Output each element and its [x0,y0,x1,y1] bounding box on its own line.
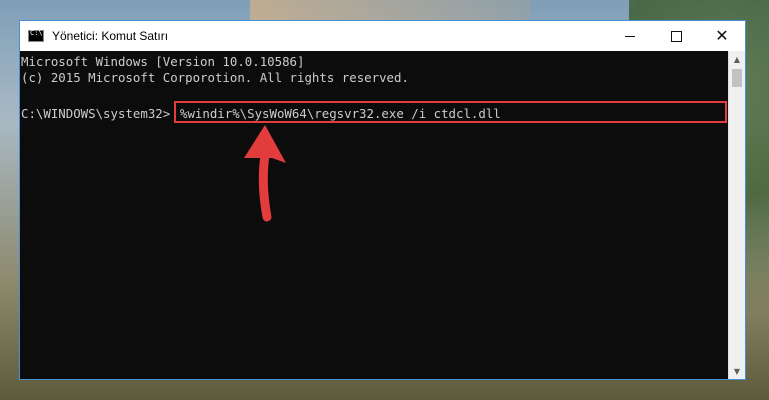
window-controls: ✕ [607,21,745,51]
close-icon: ✕ [715,26,729,45]
console-line-version: Microsoft Windows [Version 10.0.10586] [21,54,305,69]
console-command[interactable]: %windir%\SysWoW64\regsvr32.exe /i ctdcl.… [180,106,501,122]
console-prompt: C:\WINDOWS\system32> [21,106,171,121]
command-prompt-window: Yönetici: Komut Satırı ✕ Microsoft Windo… [19,20,746,380]
close-button[interactable]: ✕ [699,21,745,51]
maximize-button[interactable] [653,21,699,51]
title-bar[interactable]: Yönetici: Komut Satırı ✕ [20,21,745,51]
minimize-icon [625,35,635,37]
maximize-icon [670,30,682,42]
minimize-button[interactable] [607,21,653,51]
scroll-down-icon[interactable]: ▼ [729,363,745,379]
arrow-up-icon [244,125,286,222]
arrow-shaft [258,150,272,222]
vertical-scrollbar[interactable]: ▲ ▼ [728,51,745,379]
scrollbar-thumb[interactable] [732,69,742,87]
scroll-up-icon[interactable]: ▲ [729,51,745,67]
console-app-icon [28,29,44,42]
window-title: Yönetici: Komut Satırı [52,29,169,43]
console-output[interactable]: Microsoft Windows [Version 10.0.10586] (… [20,51,729,379]
console-line-copyright: (c) 2015 Microsoft Corporotion. All righ… [21,70,409,85]
